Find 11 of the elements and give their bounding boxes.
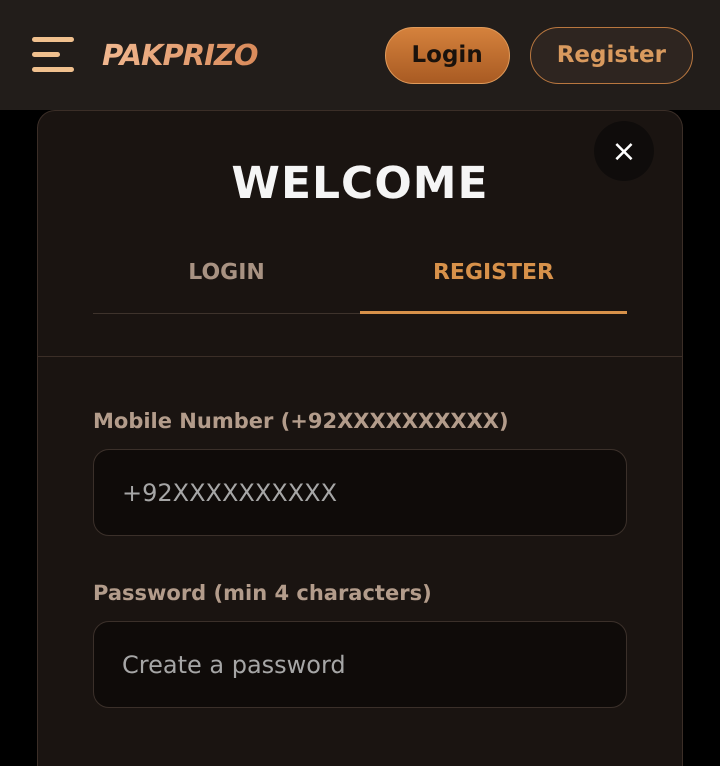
close-button[interactable]: × xyxy=(594,121,654,181)
login-button[interactable]: Login xyxy=(384,26,510,84)
register-button[interactable]: Register xyxy=(530,26,693,84)
modal-title: WELCOME xyxy=(231,157,489,211)
menu-icon[interactable] xyxy=(32,36,74,74)
input-field[interactable]: Create a password xyxy=(93,621,627,708)
tab[interactable]: REGISTER xyxy=(360,260,627,314)
field-label: Password (min 4 characters) xyxy=(93,581,433,605)
input-field[interactable]: +92XXXXXXXXXX xyxy=(93,449,627,536)
field-label: Mobile Number (+92XXXXXXXXXX) xyxy=(93,409,510,433)
tab[interactable]: LOGIN xyxy=(93,260,360,314)
